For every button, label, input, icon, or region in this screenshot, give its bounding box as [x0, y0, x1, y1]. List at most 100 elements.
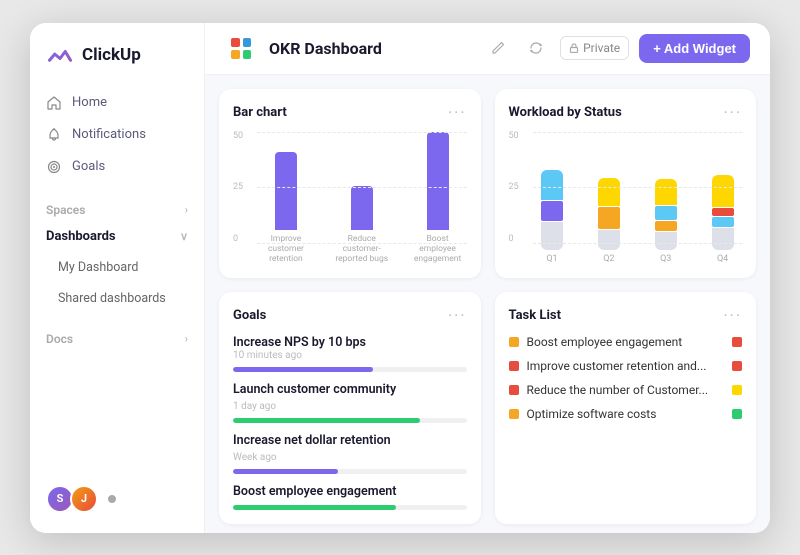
- goal-2-fill: [233, 418, 420, 423]
- home-label: Home: [72, 95, 107, 110]
- goal-3-time: Week ago: [233, 452, 467, 463]
- task-item-2: Improve customer retention and...: [509, 359, 743, 373]
- goal-4-track: [233, 505, 467, 510]
- logo-text: ClickUp: [82, 45, 141, 65]
- goals-widget-title: Goals: [233, 308, 266, 323]
- bar-chart-header: Bar chart ···: [233, 103, 467, 122]
- bar-chart-grid: [257, 132, 467, 245]
- sidebar-item-my-dashboard[interactable]: My Dashboard: [30, 252, 204, 283]
- bell-icon: [46, 127, 62, 143]
- app-window: ClickUp Home Notific: [30, 23, 770, 533]
- task-4-flag: [732, 409, 742, 419]
- edit-button[interactable]: [484, 34, 512, 62]
- avatar-stack: S J: [46, 485, 98, 513]
- logo: ClickUp: [30, 41, 204, 87]
- my-dashboard-label: My Dashboard: [58, 260, 138, 275]
- sidebar-item-shared-dashboards[interactable]: Shared dashboards: [30, 283, 204, 314]
- spaces-chevron: ›: [185, 203, 188, 216]
- task-list-widget: Task List ··· Boost employee engagement …: [495, 292, 757, 524]
- task-list-header: Task List ···: [509, 306, 743, 325]
- wgrid-bot: [533, 243, 743, 244]
- task-item-4: Optimize software costs: [509, 407, 743, 421]
- page-title: OKR Dashboard: [269, 39, 382, 58]
- task-item-1: Boost employee engagement: [509, 335, 743, 349]
- goal-1-fill: [233, 367, 373, 372]
- goal-2-track: [233, 418, 467, 423]
- goals-widget-header: Goals ···: [233, 306, 467, 325]
- goal-1-track: [233, 367, 467, 372]
- sidebar-item-home[interactable]: Home: [30, 87, 204, 119]
- task-list-title: Task List: [509, 308, 561, 323]
- sidebar-item-goals[interactable]: Goals: [30, 151, 204, 183]
- dashboards-label: Dashboards: [46, 229, 116, 244]
- task-1-dot: [509, 337, 519, 347]
- avatar-row: S J: [30, 477, 204, 521]
- sidebar-item-dashboards[interactable]: Dashboards ∨: [30, 221, 204, 252]
- sidebar-navigation: Home Notifications: [30, 87, 204, 477]
- q3-label: Q3: [660, 254, 671, 264]
- goal-1-time: 10 minutes ago: [233, 350, 366, 361]
- spaces-section: Spaces ›: [30, 191, 204, 221]
- dashboard-grid: Bar chart ··· 50 25 0: [205, 75, 770, 533]
- goals-icon: [46, 159, 62, 175]
- goal-4-name: Boost employee engagement: [233, 484, 467, 499]
- task-2-name: Improve customer retention and...: [527, 359, 725, 373]
- private-badge[interactable]: Private: [560, 36, 629, 60]
- task-3-name: Reduce the number of Customer...: [527, 383, 725, 397]
- goal-3-track: [233, 469, 467, 474]
- grid-line-mid: [257, 187, 467, 188]
- goal-2-name: Launch customer community: [233, 382, 467, 397]
- workload-chart-menu[interactable]: ···: [723, 103, 742, 122]
- docs-label: Docs: [46, 332, 73, 346]
- task-list-menu[interactable]: ···: [723, 306, 742, 325]
- task-item-3: Reduce the number of Customer...: [509, 383, 743, 397]
- task-list: Boost employee engagement Improve custom…: [509, 335, 743, 421]
- wgrid-mid: [533, 187, 743, 188]
- goals-list: Increase NPS by 10 bps 10 minutes ago La…: [233, 335, 467, 510]
- clickup-logo-icon: [46, 41, 74, 69]
- goals-label: Goals: [72, 159, 105, 174]
- bar-chart-area: 50 25 0 Improve c: [233, 132, 467, 265]
- add-widget-button[interactable]: + Add Widget: [639, 34, 750, 63]
- task-1-flag: [732, 337, 742, 347]
- q2-label: Q2: [603, 254, 614, 264]
- goal-3-fill: [233, 469, 338, 474]
- workload-grid: [533, 132, 743, 245]
- private-label: Private: [583, 41, 620, 55]
- workload-chart-title: Workload by Status: [509, 105, 622, 120]
- goal-3-name: Increase net dollar retention: [233, 433, 467, 448]
- grid-line-top: [257, 132, 467, 133]
- avatar-menu-dot[interactable]: [108, 495, 116, 503]
- goal-item-3: Increase net dollar retention Week ago: [233, 433, 467, 474]
- bar-chart-content: Improve customer retention Reduce custom…: [233, 132, 467, 265]
- bar-chart-menu[interactable]: ···: [448, 103, 467, 122]
- spaces-label: Spaces: [46, 203, 85, 217]
- dashboards-chevron: ∨: [180, 230, 188, 243]
- goal-item-2: Launch customer community 1 day ago: [233, 382, 467, 423]
- shared-dashboards-label: Shared dashboards: [58, 291, 166, 306]
- goals-widget-menu[interactable]: ···: [448, 306, 467, 325]
- q1-label: Q1: [546, 254, 557, 264]
- q4-label: Q4: [717, 254, 728, 264]
- task-1-name: Boost employee engagement: [527, 335, 725, 349]
- workload-chart-widget: Workload by Status ··· 50 25 0: [495, 89, 757, 279]
- docs-section: Docs ›: [30, 320, 204, 350]
- refresh-button[interactable]: [522, 34, 550, 62]
- main-content: OKR Dashboard: [205, 23, 770, 533]
- dashboard-type-icon: [225, 32, 257, 64]
- bar-chart-widget: Bar chart ··· 50 25 0: [219, 89, 481, 279]
- sidebar: ClickUp Home Notific: [30, 23, 205, 533]
- task-3-dot: [509, 385, 519, 395]
- grid-line-bottom: [257, 243, 467, 244]
- task-2-flag: [732, 361, 742, 371]
- workload-chart-content: Q1 Q2: [509, 132, 743, 265]
- sidebar-item-notifications[interactable]: Notifications: [30, 119, 204, 151]
- goal-1-name: Increase NPS by 10 bps: [233, 335, 366, 350]
- page-header: OKR Dashboard: [205, 23, 770, 75]
- goal-2-time: 1 day ago: [233, 401, 467, 412]
- header-actions: Private + Add Widget: [484, 34, 750, 63]
- wgrid-top: [533, 132, 743, 133]
- task-4-name: Optimize software costs: [527, 407, 725, 421]
- goal-item-4: Boost employee engagement: [233, 484, 467, 510]
- lock-icon: [569, 43, 579, 53]
